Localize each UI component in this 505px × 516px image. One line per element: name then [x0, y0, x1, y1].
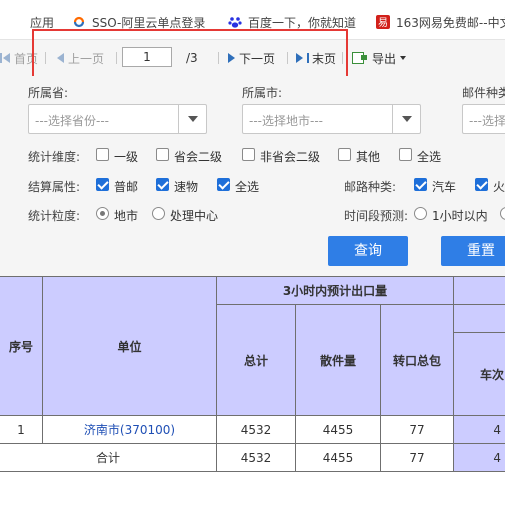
last-page-button[interactable]: 末页	[296, 49, 336, 67]
province-select[interactable]: ---选择省份---	[28, 104, 207, 134]
prev-page-icon	[57, 53, 64, 63]
table-row-unit-link[interactable]: 济南市(370100)	[43, 416, 217, 444]
option-label: 火	[493, 180, 505, 194]
option-label: 一级	[114, 150, 139, 164]
chevron-down-icon	[400, 56, 407, 60]
separator	[45, 52, 46, 64]
granularity-radio-city[interactable]	[96, 207, 109, 220]
header-unit: 单位	[43, 277, 217, 416]
result-table: 序号 单位 3小时内预计出口量 总计 散件量 转口总包 车次 1 济南市(370…	[0, 276, 505, 516]
mail-type-select[interactable]: ---选择	[462, 104, 505, 134]
table-row-loose: 4455	[296, 416, 381, 444]
forecast-label: 时间段预测:	[344, 209, 409, 223]
separator	[342, 52, 343, 64]
last-page-icon	[296, 53, 303, 63]
header-loose: 散件量	[296, 305, 381, 416]
table-row-transfer: 77	[381, 416, 454, 444]
bookmark-label: 百度一下，你就知道	[248, 15, 357, 30]
chevron-down-icon	[392, 105, 420, 133]
reset-button[interactable]: 重置	[441, 236, 505, 266]
city-label: 所属市:	[242, 86, 283, 100]
settle-checkbox-regular[interactable]	[96, 178, 109, 191]
route-checkbox-truck[interactable]	[414, 178, 427, 191]
header-group-next	[454, 277, 505, 305]
next-page-icon	[228, 53, 235, 63]
bookmark-sso[interactable]: SSO-阿里云单点登录	[72, 14, 205, 30]
prev-page-button[interactable]: 上一页	[57, 49, 104, 67]
granularity-label: 统计粒度:	[28, 209, 81, 223]
option-label: 全选	[235, 180, 260, 194]
alibaba-cloud-icon	[73, 16, 85, 28]
sum-row-total: 4532	[217, 444, 296, 472]
forecast-radio-1h[interactable]	[414, 207, 427, 220]
option-label: 速物	[174, 180, 199, 194]
dimension-checkbox-noncapital-level2[interactable]	[242, 148, 255, 161]
option-label: 1小时以内	[432, 209, 488, 223]
option-label: 地市	[114, 209, 139, 223]
baidu-paw-icon	[228, 17, 242, 28]
header-transfer: 转口总包	[381, 305, 454, 416]
bookmark-label: 163网易免费邮--中文	[396, 15, 505, 30]
bookmark-label: 应用	[30, 15, 55, 30]
dimension-checkbox-all[interactable]	[399, 148, 412, 161]
option-label: 非省会二级	[260, 150, 321, 164]
settle-checkbox-express[interactable]	[156, 178, 169, 191]
option-label: 处理中心	[170, 209, 219, 223]
sum-row-loose: 4455	[296, 444, 381, 472]
bookmark-163[interactable]: 易 163网易免费邮--中文	[376, 14, 505, 30]
mail-type-label: 邮件种类	[462, 86, 505, 100]
sum-row-transfer: 77	[381, 444, 454, 472]
header-vehicle: 车次	[454, 333, 505, 416]
option-label: 普邮	[114, 180, 139, 194]
bookmark-baidu[interactable]: 百度一下，你就知道	[228, 14, 356, 30]
separator	[116, 52, 117, 64]
table-row-index: 1	[0, 416, 43, 444]
page-number-input[interactable]: 1	[122, 47, 172, 67]
netease-163-icon: 易	[376, 15, 390, 29]
dimension-checkbox-capital-level2[interactable]	[156, 148, 169, 161]
next-page-button[interactable]: 下一页	[228, 49, 275, 67]
apps-grid-icon	[10, 15, 24, 29]
route-label: 邮路种类:	[344, 180, 397, 194]
first-page-button[interactable]: 首页	[0, 49, 38, 67]
settle-checkbox-all[interactable]	[217, 178, 230, 191]
svg-text:易: 易	[378, 17, 388, 29]
dimension-checkbox-level1[interactable]	[96, 148, 109, 161]
option-label: 其他	[356, 150, 381, 164]
separator	[218, 52, 219, 64]
dimension-label: 统计维度:	[28, 150, 81, 164]
option-label: 汽车	[432, 180, 457, 194]
sum-row-label: 合计	[0, 444, 217, 472]
header-total: 总计	[217, 305, 296, 416]
separator	[287, 52, 288, 64]
bookmarks-bar: 应用 SSO-阿里云单点登录 百度一下，你就知道 易 163网易免费邮--中文	[0, 0, 505, 40]
filter-panel: 所属省: ---选择省份--- 所属市: ---选择地市--- 邮件种类 ---…	[0, 76, 505, 276]
bookmark-apps[interactable]: 应用	[10, 14, 54, 30]
query-button[interactable]: 查询	[328, 236, 408, 266]
option-label: 全选	[417, 150, 442, 164]
header-sub-next	[454, 305, 505, 333]
first-page-icon	[0, 53, 2, 63]
table-row-vehicle: 4	[454, 416, 505, 444]
bookmark-label: SSO-阿里云单点登录	[92, 15, 206, 30]
settle-label: 结算属性:	[28, 180, 81, 194]
granularity-radio-center[interactable]	[152, 207, 165, 220]
city-select[interactable]: ---选择地市---	[242, 104, 421, 134]
sum-row-vehicle: 4	[454, 444, 505, 472]
export-button[interactable]: 导出	[352, 49, 407, 67]
option-label: 省会二级	[174, 150, 223, 164]
route-checkbox-train[interactable]	[475, 178, 488, 191]
header-index: 序号	[0, 277, 43, 416]
table-row-total: 4532	[217, 416, 296, 444]
page-total: /3	[186, 51, 198, 65]
forecast-radio-next[interactable]	[500, 207, 505, 220]
province-label: 所属省:	[28, 86, 69, 100]
export-icon	[352, 52, 367, 64]
header-group-3h: 3小时内预计出口量	[217, 277, 454, 305]
chevron-down-icon	[178, 105, 206, 133]
dimension-checkbox-other[interactable]	[338, 148, 351, 161]
pagination-toolbar: 首页 上一页 /3 下一页 末页 导出	[0, 40, 505, 76]
